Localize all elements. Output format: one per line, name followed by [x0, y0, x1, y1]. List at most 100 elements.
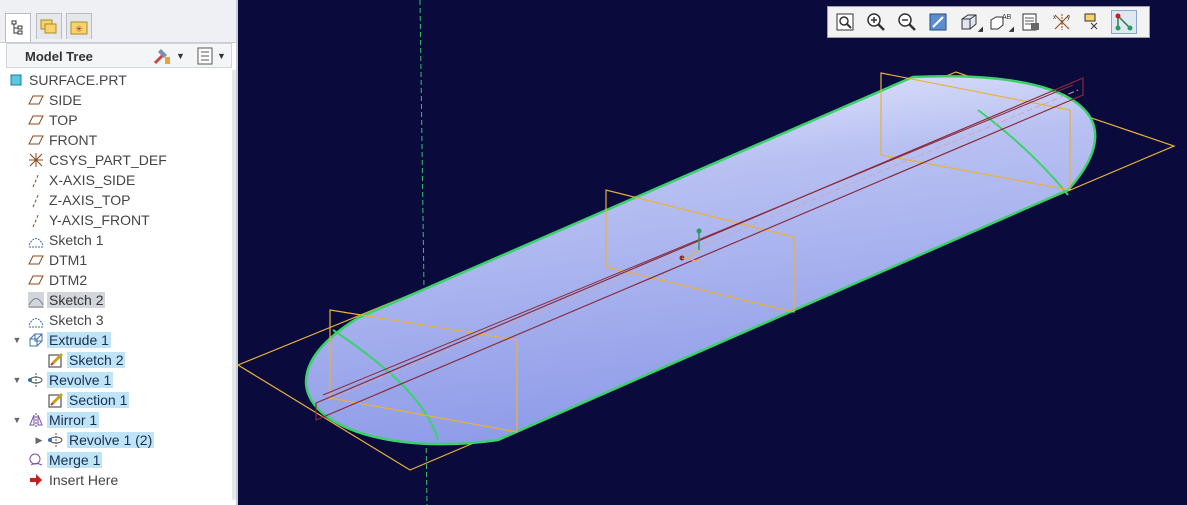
- sketch-icon: [28, 292, 44, 308]
- tree-item-y-axis[interactable]: Y-AXIS_FRONT: [28, 210, 152, 230]
- extrude-icon: [28, 332, 44, 348]
- model-tree-panel: ✳ Model Tree ▼ ▼ SURFACE.PRT SIDE TOP FR…: [0, 0, 238, 505]
- layers-icon: [40, 19, 57, 33]
- merge-icon: [28, 452, 44, 468]
- datum-plane-icon: [28, 252, 44, 268]
- tree-item-side[interactable]: SIDE: [28, 90, 84, 110]
- zoom-out-button[interactable]: [894, 10, 920, 34]
- tree-item-dtm1[interactable]: DTM1: [28, 250, 89, 270]
- dropdown-corner-icon: ◢: [977, 26, 983, 33]
- dropdown-corner-icon: ◢: [1008, 26, 1014, 33]
- tree-item-top[interactable]: TOP: [28, 110, 80, 130]
- display-style-icon: [961, 14, 977, 30]
- tree-item-label: Sketch 1: [49, 232, 104, 248]
- internal-sketch-icon: [48, 392, 64, 408]
- graphics-window[interactable]: ◢ AB ◢ xy: [238, 0, 1187, 505]
- model-tree-tab[interactable]: [5, 13, 31, 42]
- tree-item-revolve-1[interactable]: Revolve 1: [28, 370, 114, 390]
- sketch-icon: [28, 232, 44, 248]
- tree-item-mirror-1[interactable]: Mirror 1: [28, 410, 100, 430]
- tree-item-label: Insert Here: [49, 472, 119, 488]
- svg-text:✳: ✳: [75, 24, 83, 34]
- saved-views-button[interactable]: AB ◢: [987, 10, 1014, 34]
- tree-item-dtm2[interactable]: DTM2: [28, 270, 89, 290]
- tree-item-label: Sketch 2: [47, 292, 106, 308]
- tree-item-label: Sketch 3: [49, 312, 104, 328]
- tree-item-csys[interactable]: CSYS_PART_DEF: [28, 150, 169, 170]
- tree-item-sketch-1[interactable]: Sketch 1: [28, 230, 105, 250]
- mirror-icon: [28, 412, 44, 428]
- repaint-icon: [929, 13, 947, 31]
- tree-item-revolve-1-2[interactable]: Revolve 1 (2): [48, 430, 155, 450]
- part-icon: [8, 72, 24, 88]
- view-toolbar: ◢ AB ◢ xy: [827, 6, 1150, 38]
- zoom-out-icon: [898, 13, 916, 31]
- tree-item-merge-1[interactable]: Merge 1: [28, 450, 103, 470]
- datum-plane-icon: [28, 112, 44, 128]
- datum-axis-icon: [28, 192, 44, 208]
- annotation-display-button[interactable]: [1080, 10, 1106, 34]
- tree-settings-button[interactable]: ▼: [152, 47, 185, 65]
- tree-item-label: DTM2: [49, 272, 88, 288]
- tree-item-label: FRONT: [49, 132, 98, 148]
- datum-plane-icon: [28, 272, 44, 288]
- tree-item-label: X-AXIS_SIDE: [49, 172, 136, 188]
- datum-axis-line: [327, 89, 1079, 401]
- tree-item-label: Y-AXIS_FRONT: [49, 212, 150, 228]
- repaint-button[interactable]: [925, 10, 951, 34]
- model-geometry[interactable]: [238, 0, 1187, 505]
- datum-axis-icon: [28, 172, 44, 188]
- tree-item-label: DTM1: [49, 252, 88, 268]
- tree-item-label: Revolve 1 (2): [67, 432, 155, 448]
- tree-item-label: Z-AXIS_TOP: [49, 192, 131, 208]
- layers-tab[interactable]: [36, 13, 62, 39]
- tree-item-label: Revolve 1: [47, 372, 114, 388]
- revolve-icon: [48, 432, 64, 448]
- tree-item-surface-prt[interactable]: SURFACE.PRT: [8, 70, 129, 90]
- datum-plane-icon: [28, 132, 44, 148]
- datum-plane-icon: [28, 92, 44, 108]
- spin-center-icon: [1115, 13, 1133, 31]
- expand-arrow-icon[interactable]: ▼: [12, 330, 22, 350]
- tree-item-label: Extrude 1: [47, 332, 111, 348]
- tree-item-z-axis[interactable]: Z-AXIS_TOP: [28, 190, 132, 210]
- display-style-button[interactable]: ◢: [956, 10, 983, 34]
- view-manager-button[interactable]: [1018, 10, 1044, 34]
- expand-arrow-icon[interactable]: ▼: [12, 410, 22, 430]
- tree-filters-button[interactable]: ▼: [197, 47, 226, 65]
- datum-display-icon: xy: [1053, 14, 1070, 30]
- datum-axis-icon: [28, 212, 44, 228]
- tree-scrollbar[interactable]: [232, 70, 236, 500]
- tree-item-label: SURFACE.PRT: [29, 72, 127, 88]
- tree-item-sketch-3[interactable]: Sketch 3: [28, 310, 105, 330]
- zoom-in-icon: [867, 13, 885, 31]
- tree-item-section-1[interactable]: Section 1: [48, 390, 130, 410]
- chevron-down-icon: ▼: [217, 51, 226, 61]
- sketch-icon: [28, 312, 44, 328]
- datum-display-button[interactable]: xy: [1049, 10, 1075, 34]
- refit-button[interactable]: [832, 10, 858, 34]
- model-tree-header: Model Tree ▼ ▼: [6, 43, 232, 68]
- insert-arrow-icon: [28, 472, 44, 488]
- tree-item-sketch-2-internal[interactable]: Sketch 2: [48, 350, 126, 370]
- collapse-arrow-icon[interactable]: ▶: [34, 430, 44, 450]
- favorites-tab[interactable]: ✳: [66, 13, 92, 39]
- tree-item-label: Section 1: [67, 392, 130, 408]
- expand-arrow-icon[interactable]: ▼: [12, 370, 22, 390]
- annotation-display-icon: [1084, 13, 1098, 30]
- csys-icon: [28, 152, 44, 168]
- revolve-icon: [28, 372, 44, 388]
- refit-icon: [836, 13, 854, 31]
- spin-center-button[interactable]: [1111, 10, 1137, 34]
- model-tree-title: Model Tree: [25, 49, 93, 64]
- navigator-tabs: ✳: [0, 0, 236, 43]
- tree-item-front[interactable]: FRONT: [28, 130, 99, 150]
- zoom-in-button[interactable]: [863, 10, 889, 34]
- tree-icon: [11, 20, 23, 35]
- tree-item-extrude-1[interactable]: Extrude 1: [28, 330, 111, 350]
- tree-item-insert-here[interactable]: Insert Here: [28, 470, 120, 490]
- tree-item-label: TOP: [49, 112, 78, 128]
- tree-item-x-axis[interactable]: X-AXIS_SIDE: [28, 170, 137, 190]
- svg-text:x: x: [1053, 15, 1056, 21]
- tree-item-sketch-2[interactable]: Sketch 2: [28, 290, 106, 310]
